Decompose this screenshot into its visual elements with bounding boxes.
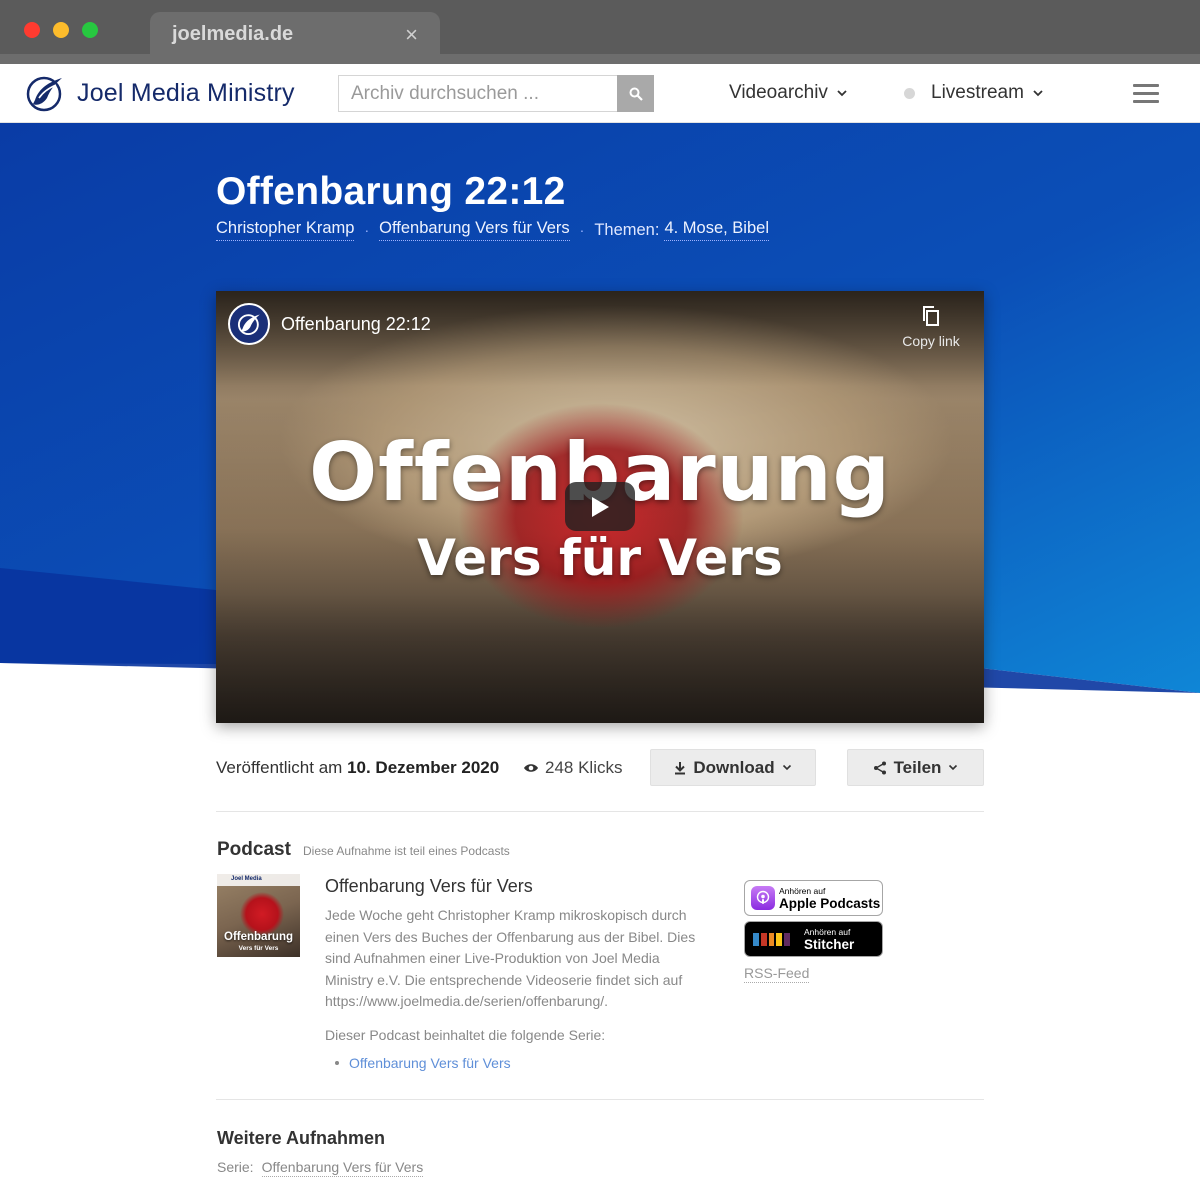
play-icon — [592, 496, 609, 517]
meta-separator: · — [364, 222, 370, 238]
eye-icon — [524, 764, 538, 772]
stitcher-badge[interactable]: Anhören auf Stitcher — [744, 921, 883, 957]
tab-close-icon[interactable]: × — [405, 22, 418, 48]
search-input[interactable] — [338, 75, 618, 112]
page-title: Offenbarung 22:12 — [216, 170, 566, 213]
chevron-down-icon — [1033, 90, 1043, 97]
topics-label: Themen: — [594, 220, 660, 239]
podcast-title[interactable]: Offenbarung Vers für Vers — [325, 876, 533, 897]
meta-separator: · — [579, 222, 585, 238]
browser-tab[interactable]: joelmedia.de × — [150, 12, 440, 56]
nav-livestream-label: Livestream — [931, 82, 1024, 103]
stitcher-icon — [753, 933, 790, 946]
download-label: Download — [693, 757, 775, 777]
hamburger-menu-icon[interactable] — [1133, 84, 1159, 108]
apple-podcasts-badge[interactable]: Anhören auf Apple Podcasts — [744, 880, 883, 916]
maximize-window-dot[interactable] — [82, 22, 98, 38]
chevron-down-icon — [949, 764, 958, 771]
podcast-cover-image[interactable]: Joel Media Offenbarung Vers für Vers — [217, 874, 300, 957]
podcast-series-item[interactable]: Offenbarung Vers für Vers — [335, 1055, 511, 1071]
chevron-down-icon — [782, 764, 791, 771]
more-recordings-heading: Weitere Aufnahmen — [217, 1128, 386, 1148]
podcast-heading: Podcast — [217, 839, 291, 860]
series-link[interactable]: Offenbarung Vers für Vers — [379, 219, 570, 241]
list-bullet — [335, 1061, 339, 1065]
stitcher-badge-small: Anhören auf — [804, 927, 851, 937]
browser-chrome: joelmedia.de × — [0, 0, 1200, 64]
play-button[interactable] — [565, 482, 635, 531]
topics-link[interactable]: 4. Mose, Bibel — [664, 219, 769, 241]
copy-link-label: Copy link — [902, 333, 960, 349]
published-date: Veröffentlicht am 10. Dezember 2020 — [216, 758, 499, 778]
more-series-label: Serie: — [217, 1159, 254, 1175]
published-date-value: 10. Dezember 2020 — [347, 758, 500, 777]
chevron-down-icon — [837, 90, 847, 97]
copy-link-button[interactable]: Copy link — [898, 305, 964, 349]
download-icon — [675, 761, 686, 774]
nav-livestream[interactable]: Livestream — [904, 82, 1044, 104]
logo-text[interactable]: Joel Media Ministry — [77, 79, 295, 108]
share-button[interactable]: Teilen — [847, 749, 984, 786]
more-series-link[interactable]: Offenbarung Vers für Vers — [261, 1159, 424, 1177]
podcast-subheading: Diese Aufnahme ist teil eines Podcasts — [303, 844, 510, 858]
cover-brand: Joel Media — [231, 876, 262, 882]
download-button[interactable]: Download — [650, 749, 816, 786]
channel-avatar-icon[interactable] — [228, 303, 270, 345]
site-header: Joel Media Ministry Videoarchiv Livestre… — [0, 64, 1200, 123]
section-divider — [216, 1099, 984, 1100]
published-prefix: Veröffentlicht am — [216, 758, 343, 777]
copy-icon — [923, 306, 939, 326]
stitcher-badge-big: Stitcher — [804, 937, 855, 952]
rss-feed-link[interactable]: RSS-Feed — [744, 965, 810, 983]
close-window-dot[interactable] — [24, 22, 40, 38]
search-icon — [629, 87, 643, 101]
logo-icon[interactable] — [25, 74, 65, 112]
minimize-window-dot[interactable] — [53, 22, 69, 38]
author-link[interactable]: Christopher Kramp — [216, 219, 355, 241]
nav-videoarchiv-label: Videoarchiv — [729, 82, 828, 103]
apple-badge-big: Apple Podcasts — [779, 896, 881, 911]
live-status-dot — [904, 87, 915, 99]
cover-title: Offenbarung — [224, 931, 293, 943]
video-player[interactable]: Offenbarung 22:12 Copy link Offenbarung … — [216, 291, 984, 723]
thumbnail-subtitle: Vers für Vers — [417, 529, 783, 587]
podcast-description: Jede Woche geht Christopher Kramp mikros… — [325, 907, 696, 1009]
video-title[interactable]: Offenbarung 22:12 — [281, 314, 431, 335]
view-count: 248 Klicks — [523, 758, 622, 778]
recording-meta: Christopher Kramp · Offenbarung Vers für… — [216, 219, 769, 241]
apple-podcasts-icon — [751, 886, 775, 910]
tab-title: joelmedia.de — [172, 23, 294, 45]
podcast-includes-label: Dieser Podcast beinhaltet die folgende S… — [325, 1027, 606, 1043]
cover-subtitle: Vers für Vers — [238, 945, 279, 952]
view-count-label: 248 Klicks — [545, 758, 623, 777]
cover-top-bar: Joel Media — [217, 874, 300, 886]
recording-info-row: Veröffentlicht am 10. Dezember 2020 248 … — [216, 749, 984, 787]
more-series-row: Serie: Offenbarung Vers für Vers — [217, 1159, 424, 1177]
section-divider — [216, 811, 984, 812]
nav-videoarchiv[interactable]: Videoarchiv — [729, 82, 848, 104]
share-icon — [873, 761, 886, 774]
search-button[interactable] — [617, 75, 654, 112]
apple-badge-small: Anhören auf — [779, 886, 826, 896]
share-label: Teilen — [893, 757, 942, 777]
podcast-series-link[interactable]: Offenbarung Vers für Vers — [349, 1055, 511, 1071]
